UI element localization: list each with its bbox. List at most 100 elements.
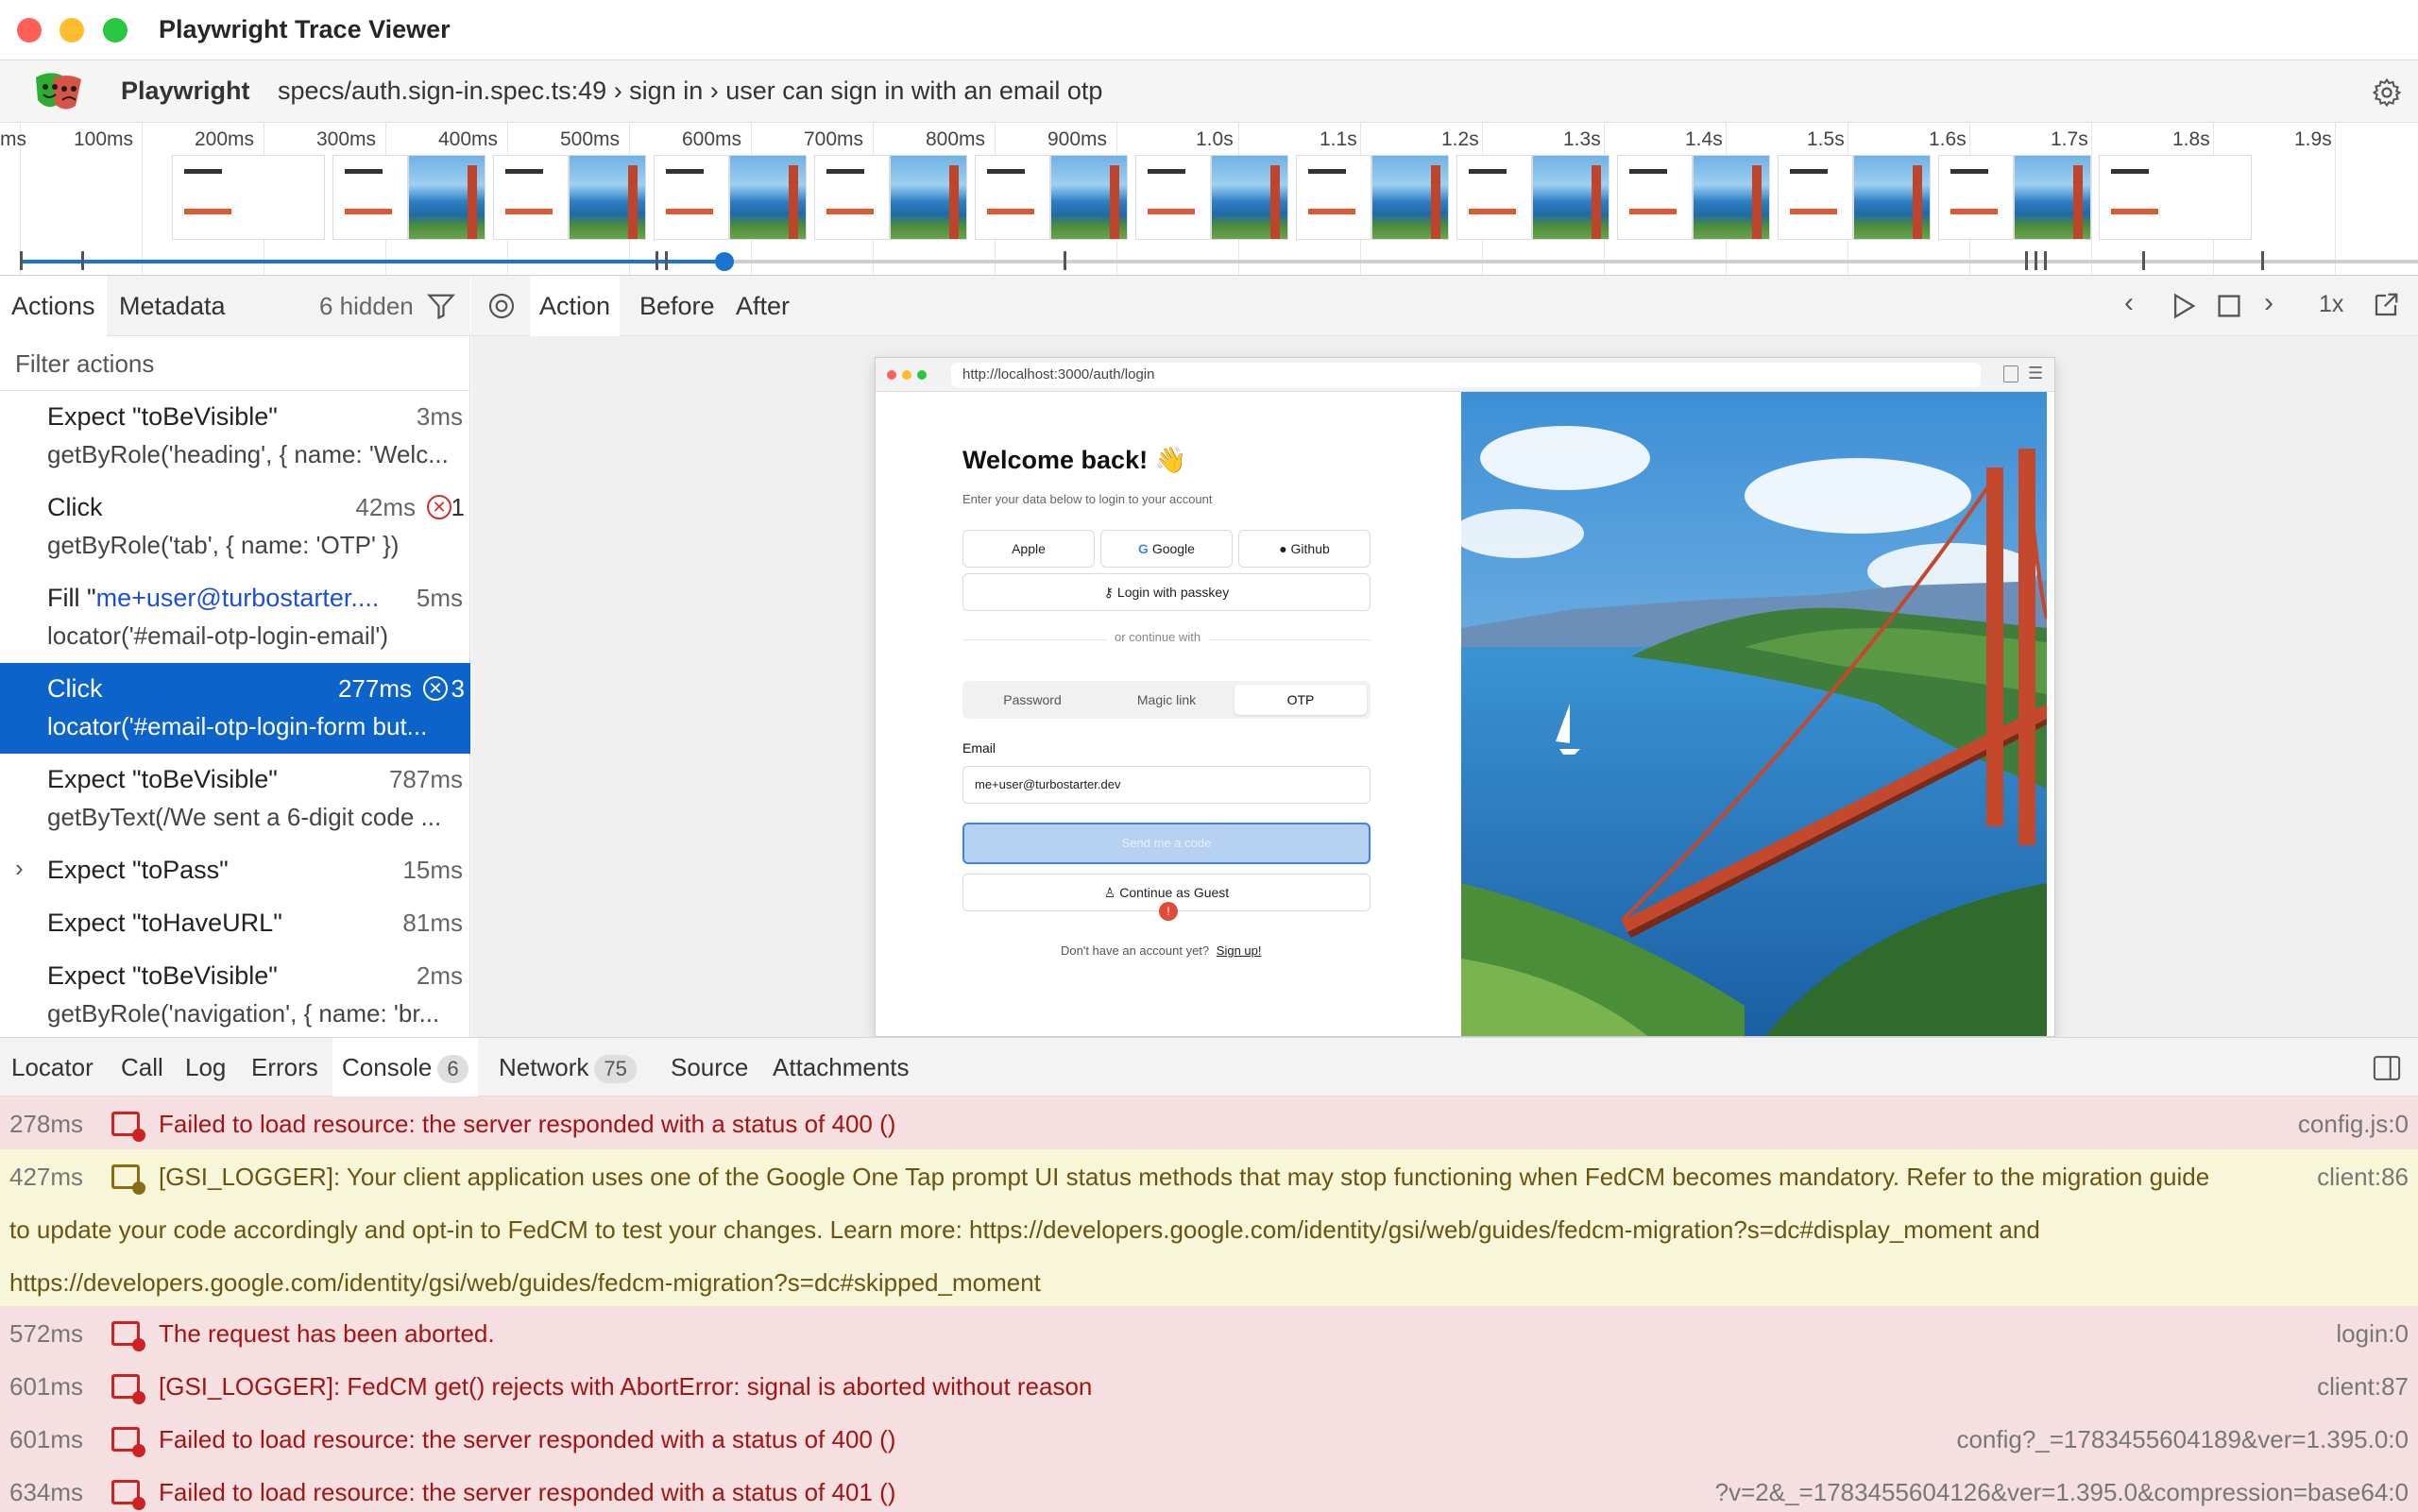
tab-console[interactable]: Console 6 (332, 1038, 478, 1096)
filter-icon[interactable] (427, 293, 455, 319)
maximize-window-button[interactable] (103, 18, 128, 42)
film-frame[interactable] (1778, 155, 1853, 240)
error-x-icon: ✕ (423, 676, 448, 701)
log-source[interactable]: client:86 (2317, 1163, 2409, 1192)
action-item[interactable]: Click 42ms ✕ 1 getByRole('tab', { name: … (0, 482, 470, 572)
tab-actions[interactable]: Actions (0, 276, 107, 336)
google-login-button[interactable]: G Google (1100, 530, 1233, 568)
tab-network[interactable]: Network 75 (489, 1038, 646, 1096)
film-frame[interactable] (408, 155, 485, 240)
film-frame[interactable] (2014, 155, 2091, 240)
film-frame[interactable] (1938, 155, 2014, 240)
chevron-right-icon[interactable]: › (15, 854, 24, 883)
tab-magic-link[interactable]: Magic link (1100, 685, 1233, 715)
tab-after[interactable]: After (726, 276, 799, 336)
log-source[interactable]: config?_=1783455604189&ver=1.395.0:0 (1956, 1425, 2409, 1454)
action-item-expandable[interactable]: › Expect "toPass" 15ms (0, 844, 470, 897)
console-log-row[interactable]: 572ms The request has been aborted. logi… (0, 1306, 2418, 1359)
tab-source[interactable]: Source (661, 1038, 758, 1096)
pick-locator-icon[interactable] (486, 291, 517, 321)
tab-locator[interactable]: Locator (2, 1038, 103, 1096)
timeline-tick: 1.3s (1563, 128, 1601, 150)
film-frame[interactable] (1617, 155, 1693, 240)
console-log-row[interactable]: 278ms Failed to load resource: the serve… (0, 1096, 2418, 1149)
film-frame[interactable] (975, 155, 1050, 240)
tab-otp[interactable]: OTP (1235, 685, 1367, 715)
console-log-row[interactable]: 601ms Failed to load resource: the serve… (0, 1412, 2418, 1465)
log-message: Failed to load resource: the server resp… (159, 1425, 896, 1453)
action-item[interactable]: Expect "toBeVisible" 787ms getByText(/We… (0, 754, 470, 844)
error-log-icon (111, 1321, 145, 1351)
film-frame[interactable] (1211, 155, 1288, 240)
timeline-marker (665, 251, 668, 270)
film-frame[interactable] (814, 155, 890, 240)
log-source[interactable]: ?v=2&_=1783455604126&ver=1.395.0&compres… (1715, 1478, 2409, 1507)
timeline-marker (2025, 251, 2028, 270)
menu-icon[interactable]: ☰ (2028, 364, 2043, 383)
minimize-window-button[interactable] (60, 18, 84, 42)
console-log-row[interactable]: 427ms [GSI_LOGGER]: Your client applicat… (0, 1149, 2418, 1306)
film-frame[interactable] (569, 155, 646, 240)
film-frame[interactable] (890, 155, 967, 240)
play-icon[interactable] (2171, 293, 2196, 319)
tab-call[interactable]: Call (111, 1038, 173, 1096)
signup-link[interactable]: Sign up! (1217, 943, 1262, 958)
film-frame[interactable] (493, 155, 569, 240)
auth-method-tabs: Password Magic link OTP (962, 681, 1371, 719)
log-source[interactable]: config.js:0 (2298, 1110, 2409, 1139)
timeline-handle[interactable] (715, 252, 734, 271)
film-frame[interactable] (1456, 155, 1532, 240)
console-log-row[interactable]: 634ms Failed to load resource: the serve… (0, 1465, 2418, 1512)
log-source[interactable]: client:87 (2317, 1372, 2409, 1402)
tab-before[interactable]: Before (630, 276, 724, 336)
tab-password[interactable]: Password (966, 685, 1098, 715)
action-item[interactable]: Expect "toBeVisible" 2ms getByRole('navi… (0, 950, 470, 1041)
action-detail: locator('#email-otp-login-form but... (47, 712, 428, 740)
film-frame[interactable] (1532, 155, 1609, 240)
film-frame[interactable] (1371, 155, 1449, 240)
film-frame[interactable] (1296, 155, 1371, 240)
apple-login-button[interactable]: Apple (962, 530, 1095, 568)
passkey-login-button[interactable]: ⚷ Login with passkey (962, 573, 1371, 611)
console-log-row[interactable]: 601ms [GSI_LOGGER]: FedCM get() rejects … (0, 1359, 2418, 1412)
page-snapshot[interactable]: http://localhost:3000/auth/login ☰ Welco… (875, 357, 2055, 1037)
signup-prompt: Don't have an account yet? Sign up! (1061, 943, 1262, 958)
action-item-selected[interactable]: Click 277ms ✕ 3 locator('#email-otp-logi… (0, 663, 470, 754)
action-item[interactable]: Expect "toBeVisible" 3ms getByRole('head… (0, 391, 470, 482)
email-field[interactable]: me+user@turbostarter.dev (962, 766, 1371, 804)
close-window-button[interactable] (17, 18, 42, 42)
timeline[interactable]: ms 100ms 200ms 300ms 400ms 500ms 600ms 7… (0, 123, 2418, 276)
previous-icon[interactable]: ‹ (2124, 287, 2134, 319)
tab-metadata[interactable]: Metadata (108, 276, 237, 336)
open-external-icon[interactable] (2372, 291, 2400, 319)
stop-icon[interactable] (2217, 294, 2241, 318)
copy-icon[interactable] (2003, 365, 2018, 382)
film-frame[interactable] (2099, 155, 2252, 240)
action-item[interactable]: Fill "me+user@turbostarter.... 5ms locat… (0, 572, 470, 663)
film-frame[interactable] (332, 155, 408, 240)
tab-action[interactable]: Action (530, 276, 621, 336)
github-login-button[interactable]: ● Github (1238, 530, 1371, 568)
window-title: Playwright Trace Viewer (159, 15, 451, 43)
tab-errors[interactable]: Errors (242, 1038, 328, 1096)
film-frame[interactable] (1050, 155, 1128, 240)
settings-gear-icon[interactable] (2371, 76, 2403, 109)
toggle-sidebar-icon[interactable] (2373, 1055, 2401, 1081)
film-frame[interactable] (654, 155, 729, 240)
hidden-actions-count[interactable]: 6 hidden (308, 276, 425, 336)
tab-log[interactable]: Log (176, 1038, 235, 1096)
playback-speed[interactable]: 1x (2319, 291, 2343, 318)
film-frame[interactable] (1693, 155, 1770, 240)
action-duration: 15ms (402, 856, 463, 884)
log-source[interactable]: login:0 (2336, 1319, 2409, 1349)
timeline-marker (2035, 251, 2037, 270)
film-frame[interactable] (172, 155, 325, 240)
film-frame[interactable] (1853, 155, 1931, 240)
send-code-button[interactable]: Send me a code (962, 823, 1371, 864)
action-item[interactable]: Expect "toHaveURL" 81ms (0, 897, 470, 950)
tab-attachments[interactable]: Attachments (763, 1038, 919, 1096)
next-icon[interactable]: › (2264, 287, 2273, 319)
filter-actions-input[interactable]: Filter actions (0, 336, 470, 391)
film-frame[interactable] (729, 155, 807, 240)
film-frame[interactable] (1135, 155, 1211, 240)
